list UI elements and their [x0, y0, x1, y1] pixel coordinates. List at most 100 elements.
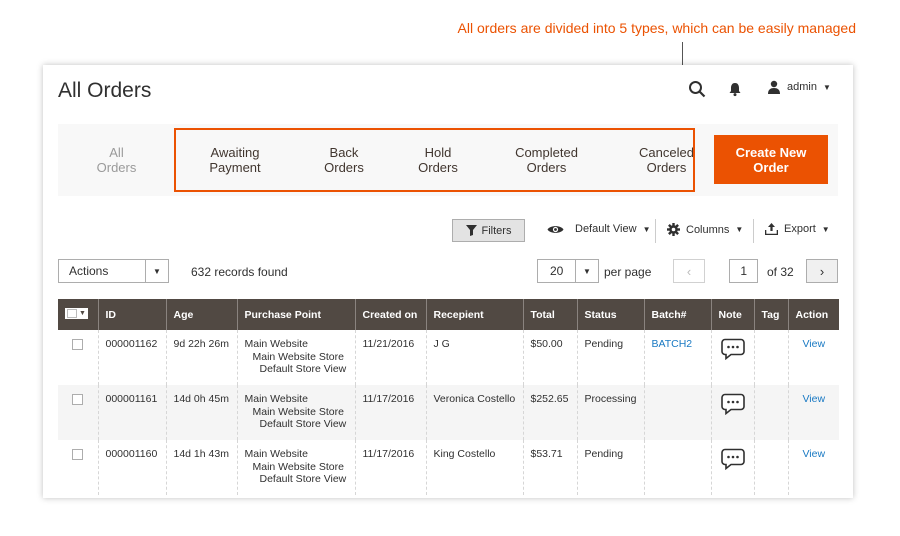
column-header-action[interactable]: Action — [787, 299, 839, 330]
user-menu[interactable]: admin ▼ — [767, 80, 831, 94]
order-id: 000001162 — [97, 330, 166, 385]
view-link[interactable]: View — [796, 448, 833, 461]
chevron-down-icon: ▼ — [821, 224, 830, 234]
create-new-order-button[interactable]: Create New Order — [714, 135, 828, 184]
recipient: Veronica Costello — [425, 385, 523, 440]
order-total: $50.00 — [522, 330, 577, 385]
chevron-down-icon: ▼ — [822, 82, 831, 92]
recipient: J G — [425, 330, 523, 385]
records-count: 632 records found — [191, 265, 288, 279]
note-bubble-icon[interactable] — [720, 393, 745, 415]
purchase-point: Main Website Main Website Store Default … — [236, 440, 355, 495]
chevron-down-icon: ▼ — [145, 260, 168, 282]
actions-select[interactable]: Actions ▼ — [58, 259, 169, 283]
order-age: 14d 0h 45m — [165, 385, 237, 440]
column-header-note[interactable]: Note — [710, 299, 754, 330]
columns-dropdown[interactable]: Columns ▼ — [667, 223, 743, 236]
order-id: 000001160 — [97, 440, 166, 495]
action-cell: View — [787, 330, 839, 385]
note-bubble-icon[interactable] — [720, 448, 745, 470]
export-dropdown[interactable]: Export ▼ — [765, 223, 830, 235]
column-header-batch[interactable]: Batch# — [643, 299, 711, 330]
eye-icon — [547, 225, 564, 233]
row-select-cell — [58, 385, 98, 440]
column-header-total[interactable]: Total — [522, 299, 577, 330]
order-status: Pending — [576, 330, 644, 385]
view-link[interactable]: View — [796, 338, 833, 351]
user-name: admin — [787, 81, 817, 93]
column-header-tag[interactable]: Tag — [753, 299, 788, 330]
batch-link[interactable]: BATCH2 — [652, 338, 693, 350]
note-cell — [710, 440, 754, 495]
default-view-label: Default View — [575, 223, 637, 235]
columns-label: Columns — [686, 223, 730, 236]
batch-cell: BATCH2 — [643, 330, 711, 385]
batch-cell — [643, 440, 711, 495]
purchase-point-store: Main Website Store — [252, 405, 344, 418]
note-bubble-icon[interactable] — [720, 338, 745, 360]
gear-icon — [667, 223, 680, 236]
purchase-point-website: Main Website — [244, 338, 308, 350]
column-header-recipient[interactable]: Recepient — [425, 299, 523, 330]
annotation-text: All orders are divided into 5 types, whi… — [457, 20, 856, 36]
order-id: 000001161 — [97, 385, 166, 440]
per-page-select[interactable]: 20 ▼ — [537, 259, 599, 283]
default-view-dropdown[interactable]: Default View ▼ — [547, 223, 650, 235]
chevron-right-icon: › — [819, 263, 825, 279]
column-header-id[interactable]: ID — [97, 299, 166, 330]
row-checkbox[interactable] — [72, 449, 83, 460]
action-cell: View — [787, 440, 839, 495]
batch-cell — [643, 385, 711, 440]
order-status: Processing — [576, 385, 644, 440]
per-page-label: per page — [604, 265, 652, 279]
chevron-left-icon: ‹ — [686, 263, 692, 279]
search-icon[interactable] — [688, 80, 706, 98]
bell-icon[interactable] — [727, 81, 743, 97]
chevron-down-icon: ▼ — [735, 225, 744, 234]
table-row: 000001162 9d 22h 26m Main Website Main W… — [58, 330, 839, 385]
filters-label: Filters — [481, 224, 512, 237]
filter-icon — [465, 225, 477, 236]
previous-page-button[interactable]: ‹ — [673, 259, 705, 283]
page-number-input[interactable]: 1 — [729, 259, 758, 283]
tag-cell — [753, 385, 788, 440]
filters-button[interactable]: Filters — [452, 219, 525, 242]
note-cell — [710, 330, 754, 385]
table-header-row: ▼ ID Age Purchase Point Created on Recep… — [58, 299, 839, 330]
column-header-purchase-point[interactable]: Purchase Point — [236, 299, 355, 330]
purchase-point-view: Default Store View — [259, 418, 347, 430]
select-all-checkbox[interactable]: ▼ — [58, 299, 98, 330]
tabs-highlight-frame — [174, 128, 695, 192]
created-on: 11/21/2016 — [354, 330, 426, 385]
tag-cell — [753, 440, 788, 495]
created-on: 11/17/2016 — [354, 440, 426, 495]
row-checkbox[interactable] — [72, 339, 83, 350]
column-header-age[interactable]: Age — [165, 299, 237, 330]
note-cell — [710, 385, 754, 440]
purchase-point-store: Main Website Store — [252, 350, 344, 363]
export-icon — [765, 223, 778, 235]
divider — [753, 219, 754, 243]
divider — [655, 219, 656, 243]
order-age: 9d 22h 26m — [165, 330, 237, 385]
view-link[interactable]: View — [796, 393, 833, 406]
purchase-point-website: Main Website — [244, 448, 308, 460]
tag-cell — [753, 330, 788, 385]
column-header-status[interactable]: Status — [576, 299, 644, 330]
action-cell: View — [787, 385, 839, 440]
page-total: of 32 — [767, 265, 794, 279]
next-page-button[interactable]: › — [806, 259, 838, 283]
user-icon — [768, 80, 780, 94]
order-age: 14d 1h 43m — [165, 440, 237, 495]
orders-table: ▼ ID Age Purchase Point Created on Recep… — [58, 299, 839, 495]
tab-all-orders[interactable]: All Orders — [58, 124, 175, 196]
created-on: 11/17/2016 — [354, 385, 426, 440]
row-checkbox[interactable] — [72, 394, 83, 405]
column-header-created-on[interactable]: Created on — [354, 299, 426, 330]
order-total: $53.71 — [522, 440, 577, 495]
purchase-point-store: Main Website Store — [252, 460, 344, 473]
recipient: King Costello — [425, 440, 523, 495]
purchase-point: Main Website Main Website Store Default … — [236, 330, 355, 385]
order-total: $252.65 — [522, 385, 577, 440]
purchase-point-website: Main Website — [244, 393, 308, 405]
